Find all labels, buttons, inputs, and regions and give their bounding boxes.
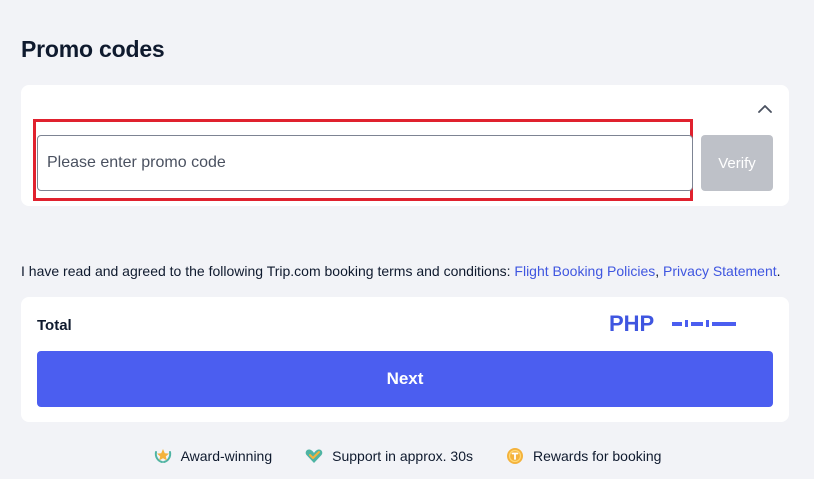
feature-label: Award-winning xyxy=(180,448,273,464)
page-title: Promo codes xyxy=(21,36,165,62)
feature-support: Support in approx. 30s xyxy=(304,446,473,466)
terms-separator: , xyxy=(655,263,664,279)
next-button[interactable]: Next xyxy=(37,351,773,407)
terms-statement: I have read and agreed to the following … xyxy=(21,263,515,279)
currency-code: PHP xyxy=(609,311,655,336)
award-laurel-icon xyxy=(153,446,173,466)
terms-text: I have read and agreed to the following … xyxy=(21,263,781,279)
feature-award: Award-winning xyxy=(153,446,273,466)
reward-coin-icon xyxy=(505,446,525,466)
feature-label: Support in approx. 30s xyxy=(332,448,474,464)
flight-booking-policies-link[interactable]: Flight Booking Policies xyxy=(514,263,655,279)
feature-label: Rewards for booking xyxy=(533,448,662,464)
chevron-up-icon[interactable] xyxy=(755,99,775,119)
feature-rewards: Rewards for booking xyxy=(505,446,661,466)
terms-end: . xyxy=(776,263,781,279)
verify-button[interactable]: Verify xyxy=(701,135,773,191)
total-price: PHP xyxy=(609,311,738,337)
promo-code-card: Verify xyxy=(21,85,789,206)
features-bar: Award-winning Support in approx. 30s Rew… xyxy=(0,446,814,466)
total-card: Total PHP Next xyxy=(21,297,789,422)
support-heart-icon xyxy=(304,446,324,466)
promo-code-input[interactable] xyxy=(37,135,693,191)
masked-amount xyxy=(672,319,738,329)
privacy-statement-link[interactable]: Privacy Statement xyxy=(663,263,777,279)
total-label: Total xyxy=(37,317,72,334)
